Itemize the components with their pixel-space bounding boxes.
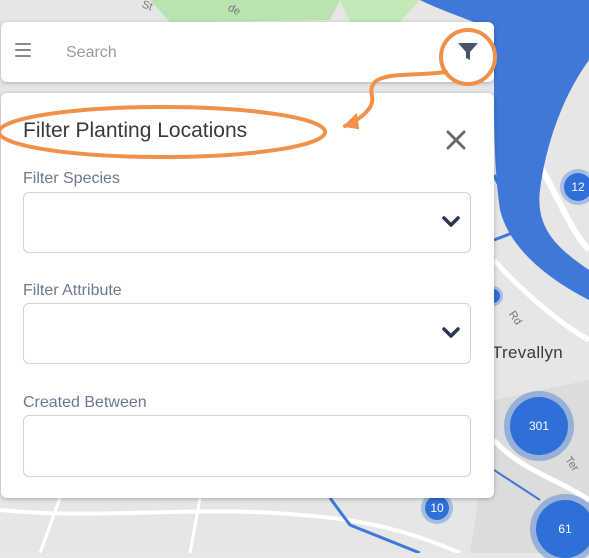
filter-species-label: Filter Species	[23, 170, 120, 187]
search-bar	[1, 22, 494, 82]
chevron-down-icon	[442, 216, 460, 227]
created-between-input[interactable]	[23, 415, 471, 477]
park-area	[150, 0, 340, 22]
map-cluster-marker[interactable]: 10	[425, 496, 449, 520]
chevron-down-icon	[442, 327, 460, 338]
filter-species-select[interactable]	[23, 192, 471, 253]
hamburger-menu-icon[interactable]	[15, 43, 31, 59]
filter-attribute-select[interactable]	[23, 303, 471, 364]
map-cluster-marker[interactable]: 61	[536, 500, 589, 558]
created-between-label: Created Between	[23, 394, 147, 411]
filter-panel: Filter Planting Locations Filter Species…	[1, 93, 494, 498]
close-icon[interactable]	[446, 130, 466, 150]
funnel-filter-icon[interactable]	[457, 42, 479, 62]
panel-title: Filter Planting Locations	[23, 119, 248, 142]
search-input[interactable]	[64, 39, 428, 67]
map-cluster-marker[interactable]: 301	[510, 397, 568, 455]
filter-attribute-label: Filter Attribute	[23, 282, 122, 299]
suburb-label: Trevallyn	[492, 343, 564, 362]
map-cluster-marker[interactable]: 12	[564, 173, 589, 201]
